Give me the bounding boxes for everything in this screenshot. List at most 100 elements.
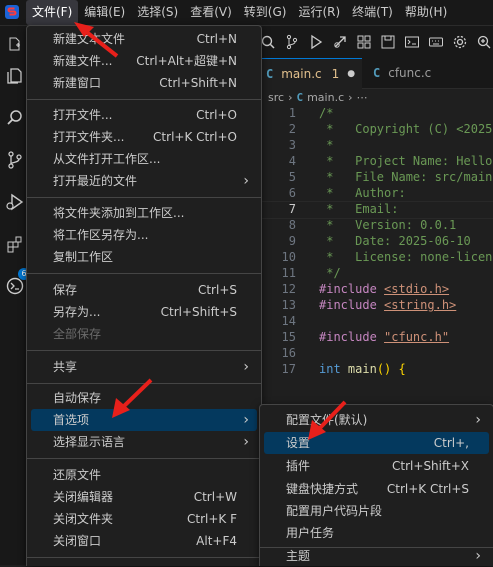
menu-item-settings[interactable]: 设置 Ctrl+, xyxy=(264,432,489,454)
file-menu: 新建文本文件 Ctrl+N 新建文件... Ctrl+Alt+超键+N 新建窗口 Ct… xyxy=(26,25,262,566)
menu-selection[interactable]: 选择(S) xyxy=(131,0,184,25)
c-file-icon: C xyxy=(373,66,381,80)
menu-item-preferences[interactable]: 首选项 › xyxy=(31,409,257,431)
modified-dot-icon[interactable]: ● xyxy=(347,69,355,79)
code-line: 9 * Date: 2025-06-10 xyxy=(288,234,471,248)
tab-label: cfunc.c xyxy=(388,66,432,80)
menu-item-theme[interactable]: 主题 › xyxy=(264,545,489,567)
chevron-right-icon: › xyxy=(348,90,353,104)
breadcrumb: src › C main.c › ⋯ xyxy=(268,89,368,105)
menu-item-open-workspace[interactable]: 从文件打开工作区... xyxy=(31,148,257,170)
code-line: 10 * License: none-licen xyxy=(281,250,493,264)
run-icon[interactable] xyxy=(308,34,324,50)
chevron-right-icon: › xyxy=(475,412,481,428)
menu-item-auto-save[interactable]: 自动保存 xyxy=(31,387,257,409)
chevron-right-icon: › xyxy=(243,434,249,450)
code-line: 5 * File Name: src/main xyxy=(288,170,493,184)
code-line: 13 #include <string.h> xyxy=(281,298,457,312)
menu-item-open-folder[interactable]: 打开文件夹... Ctrl+K Ctrl+O xyxy=(31,126,257,148)
new-file-icon[interactable] xyxy=(3,32,27,56)
menu-item-profile[interactable]: 配置文件(默认) › xyxy=(264,409,489,431)
menu-item-user-tasks[interactable]: 用户任务 xyxy=(264,522,489,544)
search-icon[interactable] xyxy=(3,106,27,130)
tab-problem-count: 1 xyxy=(331,67,340,81)
menu-item-save-all[interactable]: 全部保存 xyxy=(31,323,257,345)
menu-separator xyxy=(27,458,261,459)
breadcrumb-more[interactable]: ⋯ xyxy=(357,91,368,104)
menu-item-close-folder[interactable]: 关闭文件夹 Ctrl+K F xyxy=(31,508,257,530)
code-line: 12 #include <stdio.h> xyxy=(281,282,450,296)
menu-item-close-editor[interactable]: 关闭编辑器 Ctrl+W xyxy=(31,486,257,508)
tab-main-c[interactable]: C main.c 1 ● xyxy=(256,58,362,89)
menu-item-user-snippets[interactable]: 配置用户代码片段 xyxy=(264,500,489,522)
code-line: 1/* xyxy=(288,106,334,120)
extensions-icon[interactable] xyxy=(3,232,27,256)
debug-icon[interactable] xyxy=(332,34,348,50)
menu-help[interactable]: 帮助(H) xyxy=(399,0,453,25)
breadcrumb-file[interactable]: main.c xyxy=(307,91,344,104)
tab-cfunc-c[interactable]: C cfunc.c xyxy=(363,58,473,88)
code-line: 14 xyxy=(281,314,296,328)
zoom-in-icon[interactable] xyxy=(476,34,492,50)
chevron-right-icon: › xyxy=(288,90,293,104)
branch-icon[interactable] xyxy=(284,34,300,50)
keyboard-icon[interactable] xyxy=(428,34,444,50)
code-line: 7 * Email: xyxy=(288,202,399,216)
tab-label: main.c xyxy=(281,67,322,81)
code-line: 4 * Project Name: Hello xyxy=(288,154,493,168)
code-line: 15 #include "cfunc.h" xyxy=(281,330,450,344)
chevron-right-icon: › xyxy=(243,173,249,189)
gear-icon[interactable] xyxy=(452,34,468,50)
menu-item-new-file[interactable]: 新建文件... Ctrl+Alt+超键+N xyxy=(31,50,257,72)
menu-item-close-window[interactable]: 关闭窗口 Alt+F4 xyxy=(31,530,257,552)
menu-separator xyxy=(27,557,261,558)
code-line: 11 */ xyxy=(281,266,341,280)
breadcrumb-folder[interactable]: src xyxy=(268,91,284,104)
menu-separator xyxy=(27,350,261,351)
save-icon[interactable] xyxy=(380,34,396,50)
debug-toolbar xyxy=(256,26,493,58)
menu-item-revert-file[interactable]: 还原文件 xyxy=(31,464,257,486)
menu-item-keyboard-shortcuts[interactable]: 键盘快捷方式 Ctrl+K Ctrl+S xyxy=(264,478,489,500)
c-file-icon: C xyxy=(266,67,274,81)
code-line: 2 * Copyright (C) <2025 xyxy=(288,122,493,136)
layout-icon[interactable] xyxy=(356,34,372,50)
code-line: 3 * xyxy=(288,138,334,152)
menu-separator xyxy=(27,99,261,100)
code-line: 8 * Version: 0.0.1 xyxy=(288,218,457,232)
menu-item-save[interactable]: 保存 Ctrl+S xyxy=(31,279,257,301)
remote-explorer-icon[interactable] xyxy=(3,274,27,298)
app-logo-icon xyxy=(5,5,19,19)
menu-view[interactable]: 查看(V) xyxy=(184,0,238,25)
search-icon[interactable] xyxy=(260,34,276,50)
menu-item-display-language[interactable]: 选择显示语言 › xyxy=(31,431,257,453)
menu-go[interactable]: 转到(G) xyxy=(238,0,293,25)
menu-item-open-file[interactable]: 打开文件... Ctrl+O xyxy=(31,104,257,126)
menu-edit[interactable]: 编辑(E) xyxy=(78,0,131,25)
menu-item-new-text-file[interactable]: 新建文本文件 Ctrl+N xyxy=(31,28,257,50)
code-line: 17 int main() { xyxy=(281,362,406,376)
source-control-icon[interactable] xyxy=(3,148,27,172)
code-line: 6 * Author: xyxy=(288,186,406,200)
menu-item-share[interactable]: 共享 › xyxy=(31,356,257,378)
menu-separator xyxy=(27,273,261,274)
menu-item-new-window[interactable]: 新建窗口 Ctrl+Shift+N xyxy=(31,72,257,94)
menu-separator xyxy=(27,383,261,384)
title-bar: 文件(F) 编辑(E) 选择(S) 查看(V) 转到(G) 运行(R) 终端(T… xyxy=(0,0,493,26)
menubar: 文件(F) 编辑(E) 选择(S) 查看(V) 转到(G) 运行(R) 终端(T… xyxy=(26,0,453,25)
explorer-icon[interactable] xyxy=(3,64,27,88)
menu-item-save-as[interactable]: 另存为... Ctrl+Shift+S xyxy=(31,301,257,323)
menu-item-save-workspace-as[interactable]: 将工作区另存为... xyxy=(31,224,257,246)
menu-item-open-recent[interactable]: 打开最近的文件 › xyxy=(31,170,257,192)
menu-item-extensions[interactable]: 插件 Ctrl+Shift+X xyxy=(264,455,489,477)
menu-terminal[interactable]: 终端(T) xyxy=(346,0,399,25)
run-debug-icon[interactable] xyxy=(3,190,27,214)
preferences-submenu: 配置文件(默认) › 设置 Ctrl+, 插件 Ctrl+Shift+X 键盘快捷方式… xyxy=(259,404,493,566)
menu-run[interactable]: 运行(R) xyxy=(292,0,346,25)
terminal-icon[interactable] xyxy=(404,34,420,50)
menu-item-duplicate-workspace[interactable]: 复制工作区 xyxy=(31,246,257,268)
menu-file[interactable]: 文件(F) xyxy=(26,0,79,25)
menu-item-add-folder-to-workspace[interactable]: 将文件夹添加到工作区... xyxy=(31,202,257,224)
editor-tabs: C main.c 1 ● C cfunc.c xyxy=(256,58,493,89)
chevron-right-icon: › xyxy=(243,359,249,375)
